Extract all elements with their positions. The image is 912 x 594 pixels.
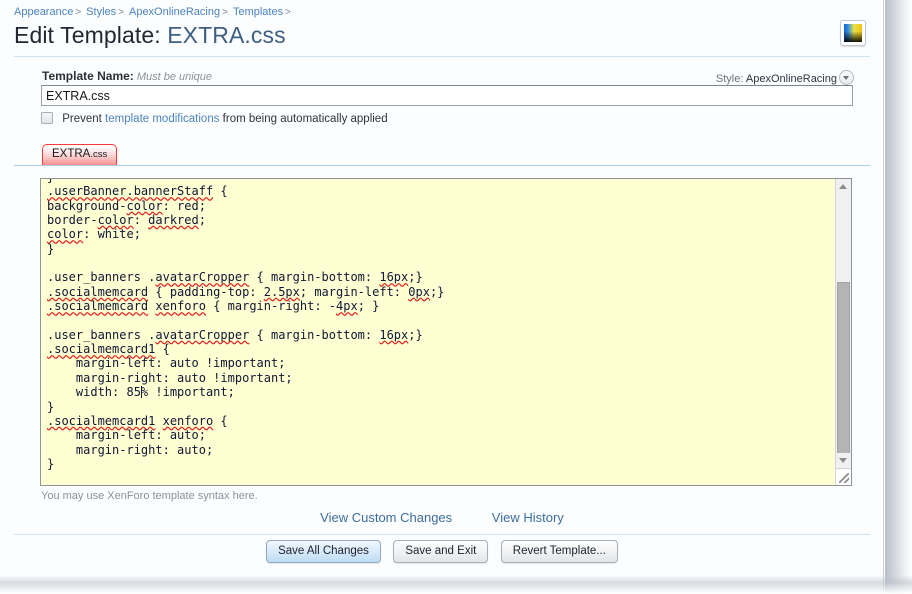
breadcrumb-item-appearance[interactable]: Appearance xyxy=(14,6,73,18)
save-all-changes-button[interactable]: Save All Changes xyxy=(266,540,381,563)
view-history-link[interactable]: View History xyxy=(492,510,564,525)
template-modifications-link[interactable]: template modifications xyxy=(105,113,219,125)
tab-label-extension: .css xyxy=(90,149,108,160)
syntax-note: You may use XenForo template syntax here… xyxy=(41,490,258,502)
tab-label-main: EXTRA xyxy=(52,148,91,160)
editor-scrollbar[interactable] xyxy=(835,179,851,485)
swatch-gradient xyxy=(844,24,862,42)
style-label: Style: xyxy=(715,73,744,85)
prevent-text-after: from being automatically applied xyxy=(222,113,388,125)
header-divider xyxy=(14,56,870,57)
save-and-exit-button[interactable]: Save and Exit xyxy=(393,540,489,563)
tab-strip: EXTRA.css xyxy=(14,144,870,166)
breadcrumb-separator: > xyxy=(75,7,82,18)
code-editor-content[interactable]: } .userBanner.bannerStaff { background-c… xyxy=(41,179,831,476)
prevent-text-before: Prevent xyxy=(62,113,102,125)
prevent-modifications-row: Prevent template modifications from bein… xyxy=(41,112,388,125)
scroll-down-arrow-icon[interactable] xyxy=(836,453,851,468)
page-title: Edit Template: EXTRA.css xyxy=(14,22,286,49)
footer-divider xyxy=(14,534,870,535)
page-title-template-name: EXTRA.css xyxy=(167,22,286,48)
prevent-modifications-checkbox[interactable] xyxy=(41,112,53,124)
tab-extra-css[interactable]: EXTRA.css xyxy=(42,144,118,165)
breadcrumb-item-templates[interactable]: Templates xyxy=(233,6,283,18)
view-links: View Custom Changes View History xyxy=(0,510,884,525)
page-container: Appearance > Styles > ApexOnlineRacing > Templ… xyxy=(0,0,884,594)
breadcrumb-separator: > xyxy=(285,7,291,18)
template-name-label-text: Template Name: xyxy=(42,69,134,83)
template-name-label: Template Name: Must be unique xyxy=(42,69,212,83)
breadcrumb-separator: > xyxy=(222,7,228,18)
code-clipped-line: } xyxy=(47,179,54,184)
template-name-hint: Must be unique xyxy=(136,71,213,83)
scroll-up-arrow-icon[interactable] xyxy=(836,179,851,194)
view-custom-changes-link[interactable]: View Custom Changes xyxy=(320,510,452,525)
revert-template-button[interactable]: Revert Template... xyxy=(500,540,618,563)
style-selector[interactable]: Style: ApexOnlineRacing xyxy=(716,70,854,85)
resize-grip-icon[interactable] xyxy=(836,468,851,485)
template-name-input[interactable] xyxy=(41,85,853,106)
chevron-down-icon[interactable] xyxy=(839,70,854,85)
scrollbar-thumb[interactable] xyxy=(837,282,850,454)
breadcrumb-separator: > xyxy=(118,7,124,18)
style-value: ApexOnlineRacing xyxy=(745,73,837,85)
code-editor[interactable]: } .userBanner.bannerStaff { background-c… xyxy=(40,178,852,486)
page-shadow-right xyxy=(885,0,912,594)
breadcrumb-item-styles[interactable]: Styles xyxy=(86,6,116,18)
form-buttons: Save All Changes Save and Exit Revert Te… xyxy=(0,540,884,563)
breadcrumb-item-apexonlineracing[interactable]: ApexOnlineRacing xyxy=(129,6,220,18)
page-title-prefix: Edit Template: xyxy=(14,22,161,48)
color-gradient-swatch-icon[interactable] xyxy=(840,20,866,46)
breadcrumb: Appearance > Styles > ApexOnlineRacing > Templ… xyxy=(14,6,296,18)
